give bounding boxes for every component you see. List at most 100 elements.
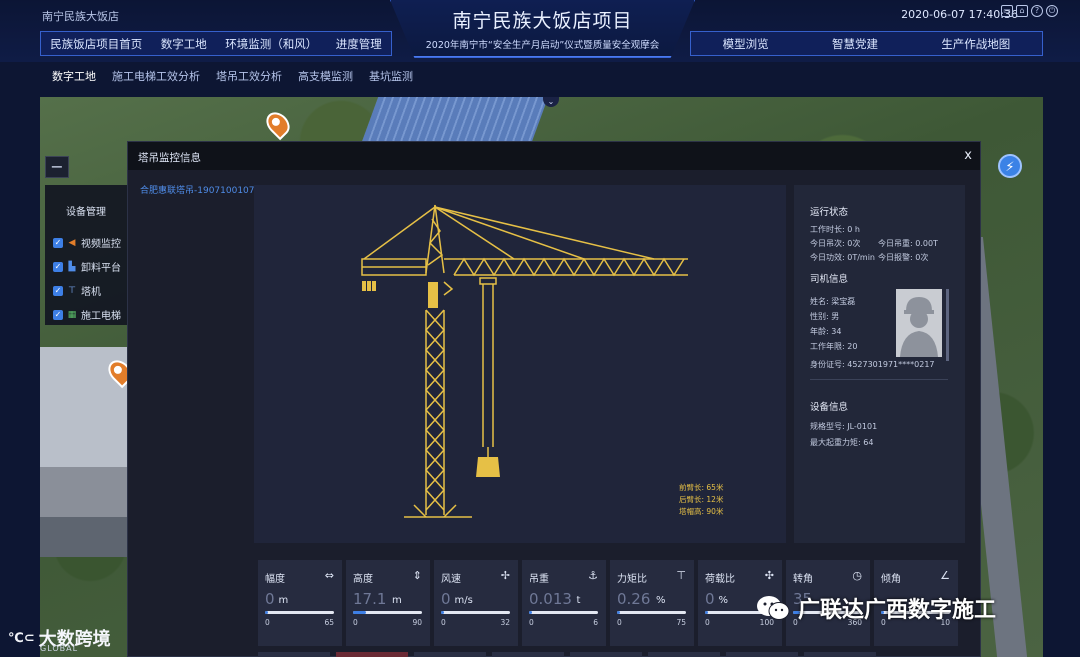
subnav-crane-analysis[interactable]: 塔吊工效分析 [216, 68, 282, 84]
gauge-bar[interactable] [353, 611, 422, 614]
device-panel-title: 设备管理 [66, 207, 106, 218]
dialog-header: 塔吊监控信息 x [128, 142, 980, 170]
avatar-icon [900, 297, 938, 357]
crane-id-link[interactable]: 合肥惠联塔吊-1907100107 [140, 183, 255, 196]
driver-row: 工作年限: 20 [810, 342, 858, 351]
status-heading: 运行状态 [810, 207, 849, 218]
crane-icon: ⊤ [68, 285, 76, 296]
home-icon[interactable]: ⌂ [1016, 5, 1028, 17]
subnav-formwork-monitor[interactable]: 高支模监测 [298, 68, 353, 84]
gauge-icon: ⇕ [412, 569, 422, 582]
status-row: 今日报警: 0次 [878, 253, 929, 262]
checkbox[interactable]: ✓ [53, 261, 63, 272]
gauge-name: 风速 [441, 574, 461, 585]
device-item-video[interactable]: ✓ ◀ 视频监控 [53, 235, 121, 250]
bottom-tab[interactable] [492, 652, 564, 657]
gauge-bar-fill [529, 611, 532, 614]
driver-row: 身份证号: 4527301971****0217 [810, 360, 935, 369]
crane-spec: 后臂长: 12米 [679, 495, 724, 504]
gauge-unit: m [392, 595, 402, 606]
camera-icon: ◀ [68, 237, 76, 248]
device-item-label: 施工电梯 [81, 311, 121, 322]
wechat-icon [756, 595, 790, 621]
gauge-bar-fill [265, 611, 268, 614]
gauge-bar[interactable] [529, 611, 598, 614]
checkbox[interactable]: ✓ [53, 237, 63, 248]
platform-icon: ▙ [68, 261, 76, 272]
status-row: 今日吊重: 0.00T [878, 239, 938, 248]
lightning-icon[interactable]: ⚡ [998, 154, 1022, 178]
crane-spec: 塔帽高: 90米 [679, 507, 724, 516]
close-icon[interactable]: x [964, 148, 972, 163]
nav-item-digital-site[interactable]: 数字工地 [161, 36, 207, 52]
gauge-name: 倾角 [881, 574, 901, 585]
subnav-digital-site[interactable]: 数字工地 [52, 68, 96, 84]
dialog-title: 塔吊监控信息 [138, 152, 201, 164]
status-row: 今日功效: 0T/min [810, 253, 875, 262]
nav-item-progress[interactable]: 进度管理 [336, 36, 382, 52]
gauge-card: 吊重 ⚓ 0.013 t 0 6 [522, 560, 606, 646]
nav-item-environment[interactable]: 环境监测（和风） [225, 36, 317, 52]
gauge-bar[interactable] [617, 611, 686, 614]
bottom-tab[interactable] [804, 652, 876, 657]
subnav-elevator-analysis[interactable]: 施工电梯工效分析 [112, 68, 200, 84]
gauge-max: 6 [593, 618, 598, 627]
gauge-icon: ✢ [500, 569, 510, 582]
app-root: 南宁民族大饭店 2020-06-07 17:40:36 ▭ ⌂ ? ⏻ 南宁民族… [0, 0, 1080, 657]
crane-spec: 前臂长: 65米 [679, 483, 724, 492]
gauge-max: 75 [676, 618, 686, 627]
checkbox[interactable]: ✓ [53, 285, 63, 296]
map-pin-icon[interactable] [261, 107, 295, 141]
gauge-unit: % [656, 595, 666, 606]
checkbox[interactable]: ✓ [53, 309, 63, 320]
gauge-min: 0 [265, 618, 270, 627]
gauge-name: 吊重 [529, 574, 549, 585]
gauge-value: 0.26 [617, 590, 651, 608]
gauge-card: 风速 ✢ 0 m/s 0 32 [434, 560, 518, 646]
device-item-elevator[interactable]: ✓ ▦ 施工电梯 [53, 307, 121, 322]
gauge-unit: % [718, 595, 729, 606]
gauge-card: 力矩比 ⊤ 0.26% 0 75 [610, 560, 694, 646]
nav-item-battle-map[interactable]: 生产作战地图 [941, 36, 1010, 52]
gauge-card: 高度 ⇕ 17.1 m 0 90 [346, 560, 430, 646]
chevron-down-icon[interactable]: ⌄ [543, 97, 559, 107]
device-item-crane[interactable]: ✓ ⊤ 塔机 [53, 283, 101, 298]
device-item-label: 塔机 [81, 287, 101, 298]
crane-monitor-dialog: 塔吊监控信息 x 合肥惠联塔吊-1907100107 前臂长: 65米 后臂长:… [127, 141, 981, 657]
gauge-bar[interactable] [441, 611, 510, 614]
gauge-value: 0 [705, 590, 715, 608]
crane-diagram: 前臂长: 65米 后臂长: 12米 塔帽高: 90米 [254, 185, 786, 543]
gauge-max: 32 [500, 618, 510, 627]
monitor-icon[interactable]: ▭ [1001, 5, 1013, 17]
subnav-pit-monitor[interactable]: 基坑监测 [369, 68, 413, 84]
gauge-min: 0 [705, 618, 710, 627]
device-item-platform[interactable]: ✓ ▙ 卸料平台 [53, 259, 121, 274]
gauge-bar-fill [617, 611, 620, 614]
info-panel: 运行状态 工作时长: 0 h 今日吊次: 0次 今日吊重: 0.00T 今日功效… [794, 185, 965, 543]
power-icon[interactable]: ⏻ [1046, 5, 1058, 17]
device-item-label: 卸料平台 [81, 263, 121, 274]
scrollbar[interactable] [946, 289, 949, 361]
gauge-name: 力矩比 [617, 574, 647, 585]
help-icon[interactable]: ? [1031, 5, 1043, 17]
zoom-out-button[interactable]: − [45, 156, 69, 178]
bottom-tab[interactable] [648, 652, 720, 657]
nav-item-home[interactable]: 民族饭店项目首页 [50, 36, 142, 52]
watermark-small-text: GLOBAL [40, 644, 79, 653]
driver-row: 姓名: 梁宝磊 [810, 297, 856, 306]
bottom-tab[interactable] [258, 652, 330, 657]
bottom-tab[interactable] [414, 652, 486, 657]
nav-item-party[interactable]: 智慧党建 [832, 36, 878, 52]
nav-item-model[interactable]: 模型浏览 [723, 36, 769, 52]
watermark-text: 广联达广西数字施工 [798, 598, 997, 623]
gauge-value: 0 [265, 590, 275, 608]
bottom-tab[interactable] [570, 652, 642, 657]
driver-avatar [896, 289, 942, 357]
bottom-tab[interactable] [726, 652, 798, 657]
gauge-bar[interactable] [265, 611, 334, 614]
bottom-tab[interactable] [336, 652, 408, 657]
gauge-max: 90 [412, 618, 422, 627]
gauge-name: 转角 [793, 574, 813, 585]
gauge-icon: ✣ [764, 569, 774, 582]
gauge-name: 幅度 [265, 574, 285, 585]
